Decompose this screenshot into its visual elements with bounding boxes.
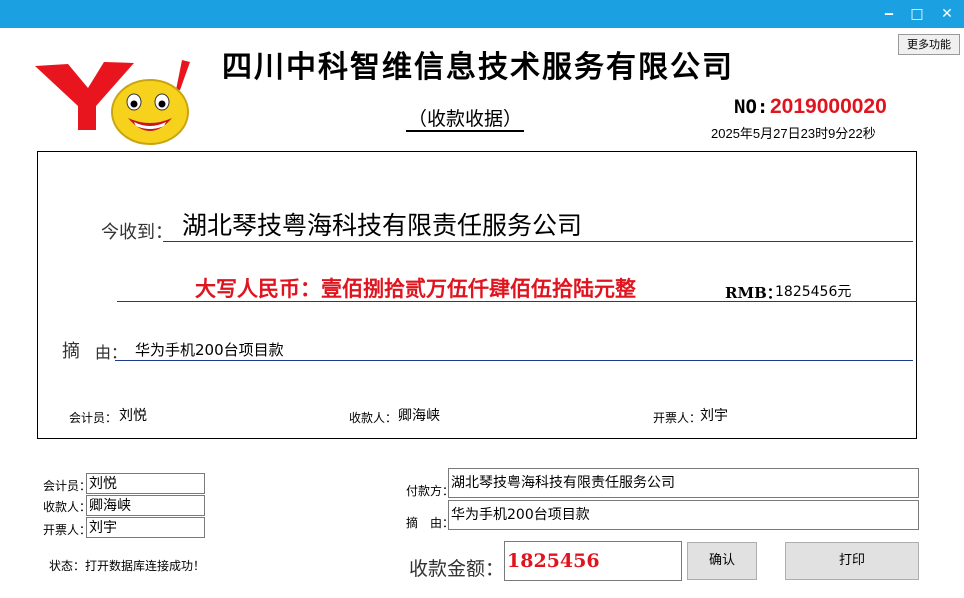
receipt-number: 2019000020 [770,95,887,118]
memo-label-1: 摘 [62,341,80,362]
received-from-underline [163,241,913,242]
receiver-label: 收款人： [349,411,398,425]
receipt-title: （收款收据） [406,108,525,132]
memo-value: 华为手机200台项目款 [135,341,284,359]
close-icon[interactable]: ✕ [936,4,958,24]
receiver-value: 卿海峡 [398,408,440,424]
form-memo-label: 摘 由： [406,516,455,530]
print-button[interactable]: 打印 [785,542,919,580]
rmb-amount: 1825456元 [775,284,852,300]
window-titlebar: ‒ □ ✕ [0,0,964,28]
more-functions-button[interactable]: 更多功能 [898,34,960,55]
accountant-input[interactable]: 刘悦 [86,473,205,494]
receipt-preview: 今收到： 湖北琴技粤海科技有限责任服务公司 大写人民币：壹佰捌拾贰万伍仟肆佰伍拾… [37,151,917,439]
amount-input[interactable]: 1825456 [504,541,682,581]
receipt-number-label: NO: [734,96,769,118]
rmb-label: RMB： [725,284,782,302]
minimize-icon[interactable]: ‒ [878,4,900,24]
issuer-input[interactable]: 刘宇 [86,517,205,538]
company-name: 四川中科智维信息技术服务有限公司 [222,50,734,85]
yahoo-smiley-logo [35,60,190,145]
payer-label: 付款方： [406,484,455,498]
receiver-input[interactable]: 卿海峡 [86,495,205,516]
payer-input[interactable]: 湖北琴技粤海科技有限责任服务公司 [448,468,919,498]
amount-in-words: 大写人民币：壹佰捌拾贰万伍仟肆佰伍拾陆元整 [195,276,636,301]
receipt-timestamp: 2025年5月27日23时9分22秒 [711,126,876,141]
accountant-value: 刘悦 [119,408,147,424]
confirm-button[interactable]: 确认 [687,542,757,580]
received-from-value: 湖北琴技粤海科技有限责任服务公司 [182,212,583,240]
form-accountant-label: 会计员： [43,479,92,493]
memo-input[interactable]: 华为手机200台项目款 [448,500,919,530]
amount-underline [117,301,917,302]
status-text: 状态：打开数据库连接成功！ [49,559,206,573]
memo-underline [115,360,913,361]
accountant-label: 会计员： [69,411,118,425]
form-issuer-label: 开票人： [43,523,92,537]
form-receiver-label: 收款人： [43,500,92,514]
maximize-icon[interactable]: □ [906,4,928,24]
amount-label: 收款金额： [409,558,505,580]
issuer-label: 开票人： [653,411,702,425]
issuer-value: 刘宇 [700,408,728,424]
